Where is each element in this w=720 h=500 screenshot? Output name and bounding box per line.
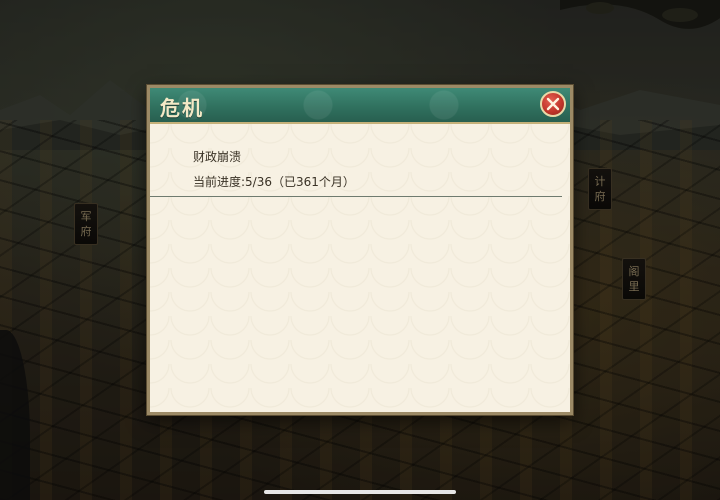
close-icon bbox=[546, 97, 560, 111]
dialog-header: 危机 bbox=[150, 88, 570, 124]
home-indicator[interactable] bbox=[264, 490, 456, 494]
dialog-title: 危机 bbox=[160, 96, 204, 120]
crisis-progress: 当前进度:5/36（已361个月） bbox=[193, 175, 355, 189]
crisis-name: 财政崩溃 bbox=[193, 150, 242, 164]
close-button[interactable] bbox=[540, 91, 566, 117]
crisis-dialog: 危机 财政崩溃 当前进度:5/36（已361个月） bbox=[147, 85, 573, 415]
game-scene: 军府 计府 阁里 危机 财政崩溃 当前进度:5/36（已361个月） bbox=[0, 0, 720, 500]
dialog-body: 财政崩溃 当前进度:5/36（已361个月） bbox=[150, 124, 570, 412]
divider bbox=[150, 196, 562, 197]
